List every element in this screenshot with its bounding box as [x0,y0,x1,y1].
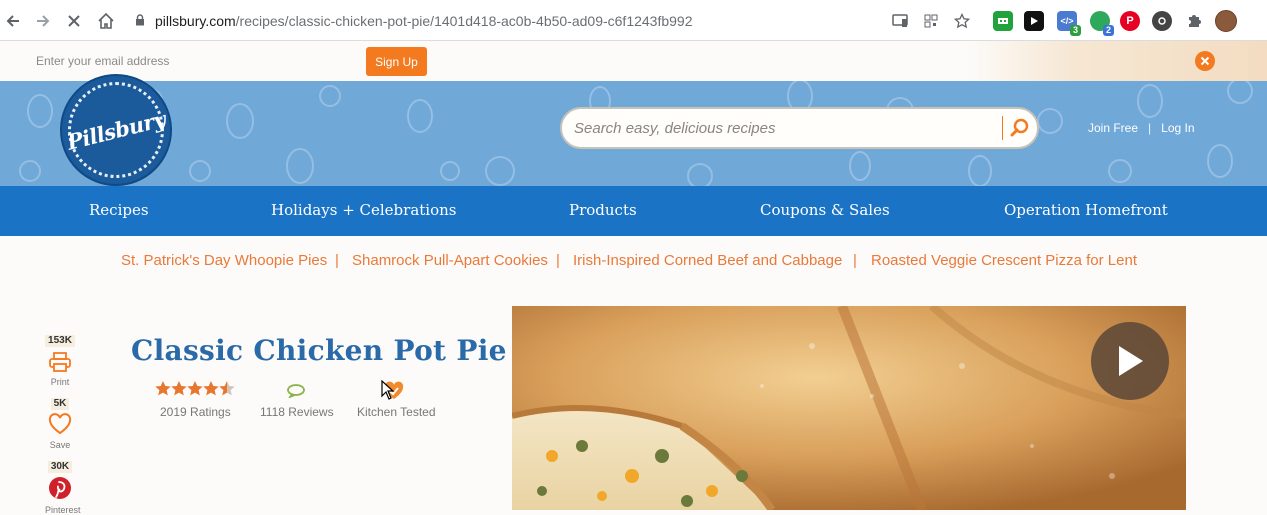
join-free-link[interactable]: Join Free [1088,121,1138,135]
extensions-puzzle-icon[interactable] [1183,10,1205,32]
bookmark-star-icon[interactable] [951,10,973,32]
print-label: Print [50,377,70,387]
ext-badge: 2 [1102,25,1114,36]
ext-play-icon[interactable] [1024,11,1044,31]
auth-separator: | [1148,121,1152,135]
trending-link[interactable]: Shamrock Pull-Apart Cookies [352,252,548,269]
recipe-search [560,107,1039,149]
save-count: 5K [50,398,70,410]
cast-icon[interactable] [889,10,911,32]
auth-links: Join Free | Log In [1088,121,1195,135]
ext-camera-icon[interactable] [1152,11,1172,31]
pillsbury-logo[interactable]: Pillsbury [60,74,172,186]
search-icon[interactable] [1008,116,1032,140]
log-in-link[interactable]: Log In [1161,121,1194,135]
address-bar[interactable]: pillsbury.com/recipes/classic-chicken-po… [135,8,693,34]
rating-stars[interactable] [155,381,235,402]
forward-icon[interactable] [32,10,54,32]
ext-code-icon[interactable]: </> 3 [1057,11,1081,36]
pinterest-icon [45,476,75,505]
pinterest-count: 30K [47,461,73,473]
email-signup-bar: Sign Up [0,41,1267,81]
nav-item-recipes[interactable]: Recipes [89,201,149,219]
save-label: Save [49,440,71,450]
trending-separator: | [335,252,339,269]
play-icon [1119,346,1143,376]
main-nav: Recipes Holidays + Celebrations Products… [0,186,1267,236]
trending-link[interactable]: St. Patrick's Day Whoopie Pies [121,252,327,269]
ratings-count[interactable]: 2019 Ratings [160,405,231,419]
stop-icon[interactable] [63,10,85,32]
sign-up-button[interactable]: Sign Up [366,47,427,76]
nav-item-operation-homefront[interactable]: Operation Homefront [1004,201,1168,219]
pinterest-label: Pinterest [45,505,81,515]
trending-separator: | [556,252,560,269]
url-path: /recipes/classic-chicken-pot-pie/1401d41… [235,13,693,29]
trending-links: St. Patrick's Day Whoopie Pies | Shamroc… [0,252,1267,274]
print-icon [45,352,75,377]
ext-chat-icon[interactable]: 2 [1090,11,1114,36]
qr-code-icon[interactable] [920,10,942,32]
email-field[interactable] [26,47,346,75]
nav-item-holidays[interactable]: Holidays + Celebrations [271,201,457,219]
pinterest-share[interactable]: 30K Pinterest [45,456,81,515]
play-video-button[interactable] [1091,322,1169,400]
comment-icon [286,384,306,403]
home-icon[interactable] [95,10,117,32]
lock-icon [135,13,145,29]
ext-green-icon[interactable] [993,11,1013,31]
print-count: 153K [45,335,75,347]
decorative-banner [967,41,1267,81]
profile-avatar[interactable] [1215,10,1237,32]
heart-icon [45,413,75,440]
ext-badge: 3 [1069,25,1081,36]
trending-link[interactable]: Roasted Veggie Crescent Pizza for Lent [871,252,1137,269]
print-share[interactable]: 153K Print [45,330,75,387]
url-host: pillsbury.com [155,13,236,29]
back-icon[interactable] [2,10,24,32]
trending-separator: | [853,252,857,269]
browser-toolbar: pillsbury.com/recipes/classic-chicken-po… [0,0,1267,41]
recipe-title: Classic Chicken Pot Pie [131,334,507,367]
search-input[interactable] [574,119,994,137]
save-share[interactable]: 5K Save [45,393,75,450]
recipe-hero-image[interactable] [512,306,1186,510]
pinterest-ext-icon[interactable]: P [1120,11,1140,31]
nav-item-products[interactable]: Products [569,201,637,219]
kitchen-tested-label: Kitchen Tested [357,405,436,419]
close-icon[interactable] [1195,51,1215,71]
nav-item-coupons[interactable]: Coupons & Sales [760,201,890,219]
reviews-count[interactable]: 1118 Reviews [260,405,334,419]
trending-link[interactable]: Irish-Inspired Corned Beef and Cabbage [573,252,842,269]
mouse-cursor-icon [381,379,395,405]
